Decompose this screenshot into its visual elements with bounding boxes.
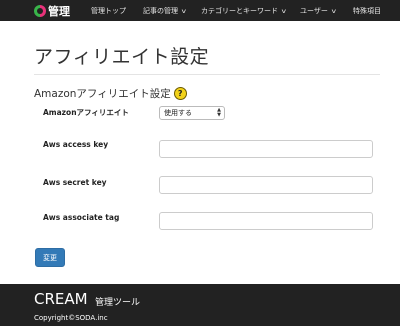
nav-item-label: カテゴリーとキーワード <box>201 7 278 15</box>
access-key-input[interactable] <box>159 140 373 158</box>
chevron-down-icon: v <box>331 8 336 15</box>
footer-brand: CREAM <box>34 290 88 308</box>
divider <box>34 74 380 75</box>
access-key-label: Aws access key <box>43 140 109 149</box>
section-title-label: Amazonアフィリエイト設定 <box>34 88 171 100</box>
submit-button[interactable]: 変更 <box>35 248 65 267</box>
chevron-down-icon: v <box>181 8 187 15</box>
select-arrows-icon: ▲ ▼ <box>217 107 221 118</box>
nav-item-categories-keywords[interactable]: カテゴリーとキーワード v <box>201 6 286 16</box>
amazon-affiliate-label: Amazonアフィリエイト <box>43 108 129 117</box>
nav-item-label: 記事の管理 <box>143 7 178 15</box>
nav-item-admin-top[interactable]: 管理トップ <box>91 6 126 16</box>
nav-item-articles[interactable]: 記事の管理 v <box>143 6 186 16</box>
nav-item-label: ユーザー <box>300 7 328 15</box>
secret-key-label: Aws secret key <box>43 178 107 187</box>
secret-key-input[interactable] <box>159 176 373 194</box>
associate-tag-label: Aws associate tag <box>43 213 120 222</box>
nav-item-special[interactable]: 特殊項目 <box>353 6 381 16</box>
footer: CREAM 管理ツール Copyright©SODA.inc <box>0 284 400 326</box>
top-navbar: 管理 管理トップ 記事の管理 v カテゴリーとキーワード v ユーザー v 特殊項目 <box>0 0 400 21</box>
footer-subtitle: 管理ツール <box>95 298 141 308</box>
help-icon[interactable]: ? <box>173 87 187 100</box>
nav-item-users[interactable]: ユーザー v <box>300 6 336 16</box>
select-value: 使用する <box>164 109 192 117</box>
nav-item-label: 管理トップ <box>91 7 126 15</box>
brand-label: 管理 <box>48 4 70 18</box>
nav-item-label: 特殊項目 <box>353 7 381 15</box>
chevron-down-icon: v <box>281 8 287 15</box>
associate-tag-input[interactable] <box>159 212 373 230</box>
amazon-affiliate-select[interactable]: 使用する ▲ ▼ <box>159 106 225 120</box>
section-title: Amazonアフィリエイト設定 ? <box>34 86 187 101</box>
footer-copyright: Copyright©SODA.inc <box>34 314 108 322</box>
page-title: アフィリエイト設定 <box>34 46 210 68</box>
logo-icon <box>34 4 46 17</box>
brand[interactable]: 管理 <box>34 3 70 19</box>
